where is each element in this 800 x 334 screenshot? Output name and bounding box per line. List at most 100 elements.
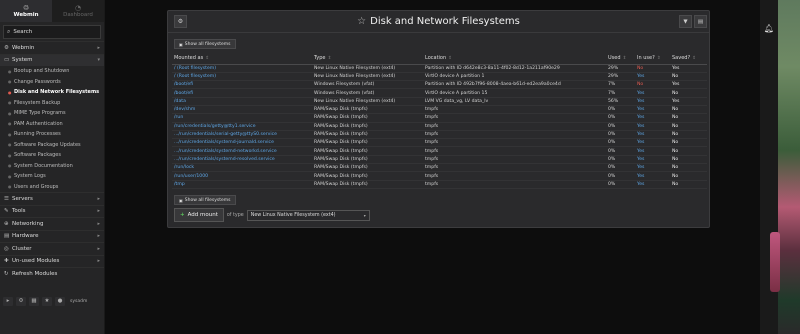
cell-saved: No bbox=[670, 105, 707, 115]
filesystem-type-select[interactable]: New Linux Native Filesystem (ext4) ▾ bbox=[246, 209, 370, 221]
show-all-label: Show all filesystems bbox=[184, 197, 231, 203]
sidebar-item-system[interactable]: ● System Documentation bbox=[0, 161, 104, 172]
sidebar-item-system[interactable]: ● Software Package Updates bbox=[0, 140, 104, 151]
cell-type: RAM/Swap Disk (tmpfs) bbox=[312, 180, 423, 189]
table-row: /tmp RAM/Swap Disk (tmpfs) tmpfs 0% Yes No bbox=[172, 180, 707, 189]
table-row: / (Root filesystem) New Linux Native File… bbox=[172, 64, 707, 73]
sidebar-category-tools[interactable]: ✎ Tools ▸ bbox=[0, 204, 104, 218]
show-all-filesystems-button-top[interactable]: ▣ Show all filesystems bbox=[174, 39, 236, 49]
sidebar-category-servers[interactable]: ☰ Servers ▸ bbox=[0, 192, 104, 205]
sidebar-category-system[interactable]: ▭ System ▾ bbox=[0, 53, 104, 66]
filesystems-table: Mounted as ⇕ Type ⇕ Location ⇕ Used ⇕ In use… bbox=[172, 53, 707, 189]
terminal-icon[interactable]: ▸ bbox=[3, 296, 13, 306]
sidebar-item-label: Change Passwords bbox=[14, 78, 61, 85]
cell-location: tmpfs bbox=[423, 130, 606, 140]
cell-in-use: Yes bbox=[635, 113, 670, 123]
sidebar-item-system[interactable]: ● PAM Authentication bbox=[0, 119, 104, 130]
cell-used: 0% bbox=[606, 130, 635, 140]
sort-icon: ⇕ bbox=[205, 56, 209, 62]
column-header-location[interactable]: Location ⇕ bbox=[423, 53, 606, 65]
star-icon[interactable]: ★ bbox=[42, 296, 52, 306]
cell-used: 56% bbox=[606, 97, 635, 107]
cell-mounted-as[interactable]: .../run/credentials/serial-getty@ttyS0.s… bbox=[172, 130, 312, 140]
cell-in-use: Yes bbox=[635, 88, 670, 98]
cell-mounted-as[interactable]: /data bbox=[172, 97, 312, 107]
cell-used: 0% bbox=[606, 105, 635, 115]
sidebar-item-system[interactable]: ● Running Processes bbox=[0, 129, 104, 140]
cell-used: 0% bbox=[606, 122, 635, 131]
column-header-in-use[interactable]: In use? ⇕ bbox=[635, 53, 670, 65]
sidebar-item-system[interactable]: ● Disk and Network Filesystems bbox=[0, 87, 104, 98]
column-header-mounted-as[interactable]: Mounted as ⇕ bbox=[172, 53, 312, 65]
cell-location: tmpfs bbox=[423, 113, 606, 123]
sidebar-system-items: ● Bootup and Shutdown ● Change Passwords ● Di… bbox=[0, 66, 104, 192]
hardware-icon: ▤ bbox=[4, 233, 10, 240]
cell-saved: Yes bbox=[670, 80, 707, 90]
cell-mounted-as[interactable]: /run/lock bbox=[172, 163, 312, 173]
document-icon: ▤ bbox=[697, 18, 704, 25]
column-header-saved[interactable]: Saved? ⇕ bbox=[670, 53, 707, 65]
filter-button[interactable]: ▼ bbox=[679, 15, 692, 28]
sidebar-item-system[interactable]: ● MIME Type Programs bbox=[0, 108, 104, 119]
cell-mounted-as[interactable]: /run/credentials/getty@tty1.service bbox=[172, 122, 312, 131]
sidebar-item-label: Running Processes bbox=[14, 131, 61, 138]
sidebar-item-system[interactable]: ● Users and Groups bbox=[0, 182, 104, 193]
cell-mounted-as[interactable]: .../run/credentials/systemd-journald.ser… bbox=[172, 138, 312, 148]
notifications-bell-icon[interactable]: 🔔︎ bbox=[763, 22, 775, 35]
sidebar-footer: ▸ ⚙ ▦ ★ ● sysadm bbox=[0, 295, 104, 307]
cell-location: tmpfs bbox=[423, 180, 606, 189]
cell-mounted-as[interactable]: /run bbox=[172, 113, 312, 123]
cluster-icon: ◎ bbox=[4, 245, 9, 252]
sidebar-item-system[interactable]: ● Change Passwords bbox=[0, 77, 104, 88]
sidebar-category-cluster[interactable]: ◎ Cluster ▸ bbox=[0, 242, 104, 255]
cell-in-use: Yes bbox=[635, 155, 670, 165]
show-all-filesystems-button-bottom[interactable]: ▣ Show all filesystems bbox=[174, 195, 236, 205]
sidebar-category-unused-modules[interactable]: ✚ Un-used Modules ▸ bbox=[0, 254, 104, 268]
cell-mounted-as[interactable]: /boot/efi bbox=[172, 80, 312, 90]
cell-mounted-as[interactable]: / (Root filesystem) bbox=[172, 64, 312, 73]
sidebar-item-system[interactable]: ● System Logs bbox=[0, 171, 104, 182]
tab-dashboard[interactable]: ◔ Dashboard bbox=[52, 0, 104, 22]
search-docs-button[interactable]: ▤ bbox=[694, 15, 707, 28]
cell-mounted-as[interactable]: /run/user/1000 bbox=[172, 171, 312, 181]
cell-used: 0% bbox=[606, 146, 635, 156]
user-icon[interactable]: ● bbox=[55, 296, 65, 306]
cell-mounted-as[interactable]: /tmp bbox=[172, 180, 312, 189]
grid-icon[interactable]: ▦ bbox=[29, 296, 39, 306]
cell-saved: No bbox=[670, 146, 707, 156]
add-mount-button[interactable]: + Add mount bbox=[174, 208, 224, 222]
cell-type: RAM/Swap Disk (tmpfs) bbox=[312, 130, 423, 140]
cell-mounted-as[interactable]: /boot/efi bbox=[172, 88, 312, 98]
favorite-star-icon[interactable]: ☆ bbox=[357, 16, 366, 27]
search-input[interactable]: ⌕ Search bbox=[3, 25, 101, 39]
sidebar-item-system[interactable]: ● Bootup and Shutdown bbox=[0, 66, 104, 77]
column-header-used[interactable]: Used ⇕ bbox=[606, 53, 635, 65]
table-row: /run/lock RAM/Swap Disk (tmpfs) tmpfs 0% Yes… bbox=[172, 163, 707, 173]
cell-mounted-as[interactable]: /dev/shm bbox=[172, 105, 312, 115]
add-mount-label: Add mount bbox=[187, 212, 218, 218]
sidebar-item-system[interactable]: ● Filesystem Backup bbox=[0, 98, 104, 109]
gear-icon: ⚙ bbox=[177, 18, 184, 25]
sort-icon: ⇕ bbox=[448, 56, 452, 62]
cell-used: 29% bbox=[606, 72, 635, 82]
username[interactable]: sysadm bbox=[70, 299, 87, 304]
module-config-button[interactable]: ⚙ bbox=[174, 15, 187, 28]
sidebar-category-networking[interactable]: ⊕ Networking ▸ bbox=[0, 217, 104, 230]
panel-header: ⚙ ☆ Disk and Network Filesystems ▼ ▤ bbox=[168, 11, 709, 33]
cell-mounted-as[interactable]: / (Root filesystem) bbox=[172, 72, 312, 82]
cell-in-use: Yes bbox=[635, 163, 670, 173]
tab-webmin[interactable]: ♲ Webmin bbox=[0, 0, 52, 22]
sort-icon: ⇕ bbox=[692, 56, 696, 62]
cell-mounted-as[interactable]: .../run/credentials/systemd-resolved.ser… bbox=[172, 155, 312, 165]
sidebar-category-webmin[interactable]: ⚙ Webmin ▸ bbox=[0, 41, 104, 54]
gear-icon[interactable]: ⚙ bbox=[16, 296, 26, 306]
chevron-right-icon: ▸ bbox=[97, 258, 100, 265]
cell-location: tmpfs bbox=[423, 122, 606, 131]
cell-in-use: Yes bbox=[635, 130, 670, 140]
sidebar-item-system[interactable]: ● Software Packages bbox=[0, 150, 104, 161]
sidebar-refresh-modules[interactable]: ↻ Refresh Modules bbox=[0, 267, 104, 280]
cell-mounted-as[interactable]: .../run/credentials/systemd-networkd.ser… bbox=[172, 146, 312, 156]
column-header-type[interactable]: Type ⇕ bbox=[312, 53, 423, 65]
sidebar-category-hardware[interactable]: ▤ Hardware ▸ bbox=[0, 229, 104, 243]
table-row: / (Root filesystem) New Linux Native File… bbox=[172, 72, 707, 82]
